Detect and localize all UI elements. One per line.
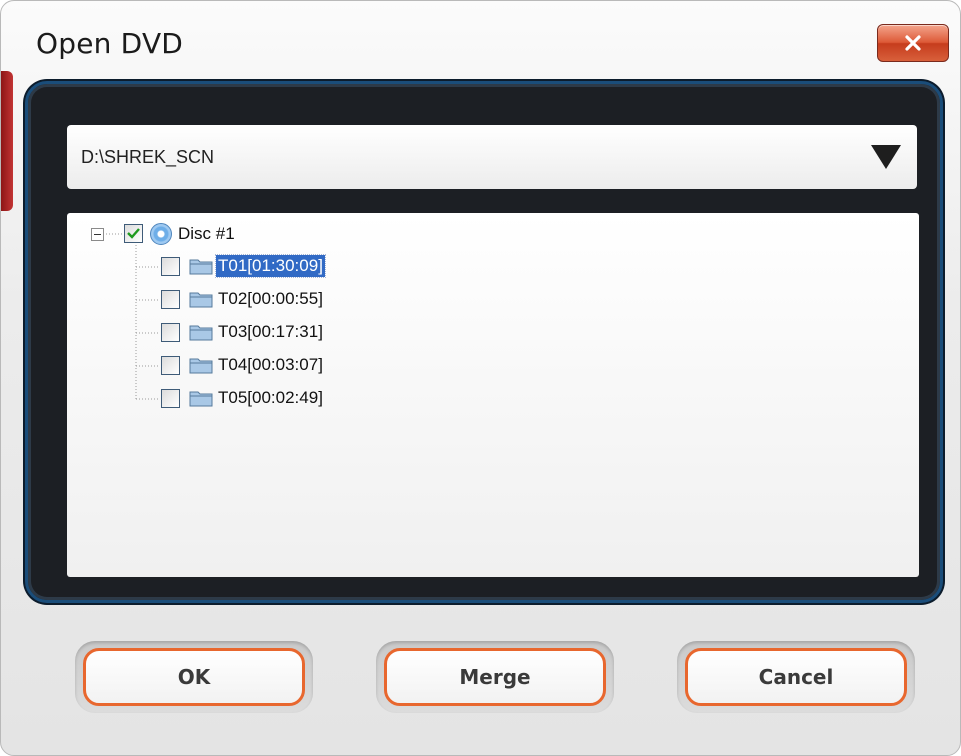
folder-icon (189, 325, 213, 341)
disc-icon (150, 223, 172, 245)
folder-icon (189, 259, 213, 275)
disc-checkbox[interactable] (124, 224, 143, 243)
title-bar[interactable]: Open DVD (1, 1, 960, 87)
merge-button[interactable]: Merge (384, 648, 606, 706)
title-checkbox[interactable] (161, 356, 180, 375)
title-checkbox[interactable] (161, 290, 180, 309)
checkmark-icon (127, 228, 140, 239)
title-label[interactable]: T02[00:00:55] (216, 288, 325, 310)
title-checkbox[interactable] (161, 257, 180, 276)
dialog-title: Open DVD (36, 27, 184, 60)
folder-icon (189, 292, 213, 308)
merge-button-well: Merge (376, 641, 614, 713)
title-tree: Disc #1 T01[01:30:09] T02[00:00:55] T03[… (67, 213, 919, 577)
title-label[interactable]: T03[00:17:31] (216, 321, 325, 343)
title-label[interactable]: T05[00:02:49] (216, 387, 325, 409)
disc-label[interactable]: Disc #1 (176, 223, 237, 245)
cancel-button-well: Cancel (677, 641, 915, 713)
dvd-path-value: D:\SHREK_SCN (81, 147, 215, 167)
triangle-down-icon[interactable] (869, 143, 903, 171)
close-button[interactable] (877, 24, 949, 62)
close-x-icon (904, 35, 922, 51)
ok-button-well: OK (75, 641, 313, 713)
title-checkbox[interactable] (161, 323, 180, 342)
collapse-toggle[interactable] (91, 228, 104, 241)
folder-icon (189, 358, 213, 374)
folder-icon (189, 391, 213, 407)
title-label[interactable]: T04[00:03:07] (216, 354, 325, 376)
title-label[interactable]: T01[01:30:09] (215, 254, 326, 278)
title-checkbox[interactable] (161, 389, 180, 408)
dvd-path-dropdown[interactable]: D:\SHREK_SCN (67, 125, 917, 189)
left-edge-accent (1, 71, 13, 211)
cancel-button[interactable]: Cancel (685, 648, 907, 706)
open-dvd-dialog: Open DVD D:\SHREK_SCN Disc #1 T01[01:30:… (0, 0, 961, 756)
ok-button[interactable]: OK (83, 648, 305, 706)
